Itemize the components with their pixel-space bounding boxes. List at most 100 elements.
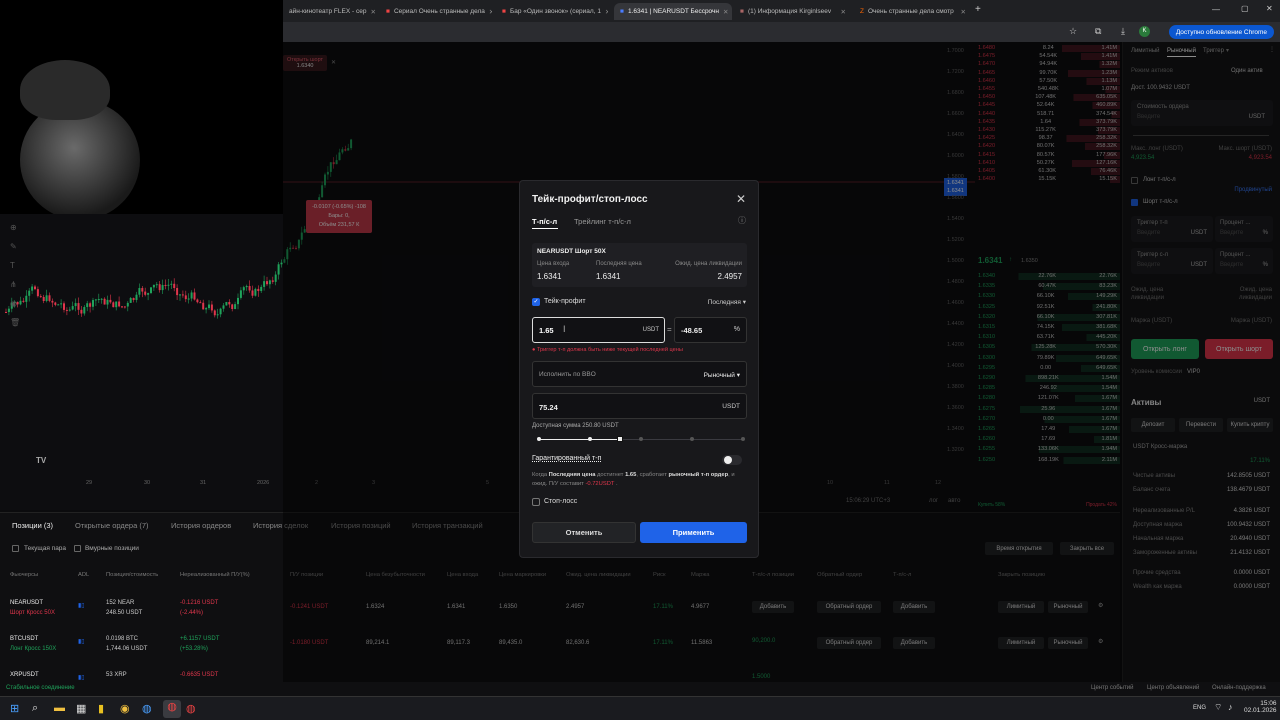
connection-status: Стабильное соединение — [6, 685, 75, 691]
chrome-active-icon[interactable]: ◍ — [163, 700, 181, 718]
candle — [94, 299, 97, 301]
modal-backdrop[interactable] — [283, 42, 1280, 682]
candle — [25, 295, 28, 302]
chrome-update-button[interactable]: Доступно обновление Chrome — [1168, 25, 1274, 39]
close-icon[interactable]: ✕ — [370, 8, 375, 16]
brush-icon[interactable]: ✎ — [10, 237, 20, 256]
info-icon[interactable]: ⓘ — [738, 215, 746, 226]
tp-price-input[interactable]: 1.65 I USDT — [532, 317, 665, 343]
wifi-icon[interactable]: ⌔ — [1214, 702, 1222, 713]
candle — [31, 286, 34, 291]
browser-tab[interactable]: айн-кинотеатр FLEX - сер ✕ — [283, 3, 378, 20]
bookmark-star-icon[interactable]: ☆ — [1069, 26, 1077, 37]
tab-open-orders[interactable]: Открытые ордера (7) — [75, 521, 149, 530]
position-symbol[interactable]: XRPUSDT — [10, 672, 39, 678]
new-tab-button[interactable]: + — [975, 4, 981, 15]
tab-trailing[interactable]: Трейлинг т-п/с-л — [574, 217, 631, 226]
candle — [138, 288, 141, 295]
position-symbol[interactable]: BTCUSDT — [10, 636, 38, 642]
tab-order-history[interactable]: История ордеров — [171, 521, 231, 530]
amount-slider[interactable] — [537, 436, 745, 442]
minimize-icon[interactable]: — — [1212, 5, 1220, 14]
close-icon[interactable]: ✕ — [841, 8, 846, 16]
chevron-down-icon: ▾ — [736, 372, 740, 379]
quantity-unit: USDT — [722, 403, 740, 410]
browser-tab[interactable]: ■ Сериал Очень странные дела ✕ — [380, 3, 492, 20]
hint-pnl: -0.72USDT — [585, 481, 615, 487]
eye-icon[interactable]: ◉ — [10, 294, 20, 313]
extensions-icon[interactable]: ⧉ — [1095, 26, 1101, 37]
text-icon[interactable]: T — [10, 256, 20, 275]
explorer-icon[interactable]: ▦ — [76, 702, 86, 715]
apply-button[interactable]: Применить — [640, 522, 747, 543]
filter-checkbox[interactable] — [74, 545, 81, 552]
close-icon[interactable]: ✕ — [723, 8, 728, 16]
quantity-input[interactable]: 75.24 USDT — [532, 393, 747, 419]
support-link[interactable]: Онлайн-поддержка — [1212, 685, 1266, 691]
tp-price-value: 1.65 — [539, 326, 554, 335]
events-link[interactable]: Центр событий — [1091, 685, 1133, 691]
pattern-icon[interactable]: ⋔ — [10, 275, 20, 294]
guaranteed-tp-toggle[interactable] — [722, 455, 742, 465]
candle — [34, 286, 36, 290]
ads-link[interactable]: Центр объявлений — [1147, 685, 1199, 691]
volume-icon[interactable]: ♪ — [1228, 702, 1233, 712]
candle — [158, 284, 161, 291]
candle — [155, 284, 158, 286]
execution-type-select[interactable]: Исполнить по BBO Рыночный ▾ — [532, 361, 747, 387]
sl-checkbox[interactable] — [532, 498, 540, 506]
app-icon[interactable]: ◍ — [186, 702, 196, 715]
candle — [141, 288, 144, 292]
candle — [51, 300, 54, 303]
close-icon[interactable]: ✕ — [489, 8, 492, 16]
clock[interactable]: 15:06 02.01.2026 — [1244, 700, 1277, 714]
slider-fill — [538, 439, 620, 440]
chart-drawing-toolbar[interactable]: ⊕ ✎ T ⋔ ◉ 🗑 — [10, 218, 20, 332]
trash-icon[interactable]: 🗑 — [10, 313, 20, 332]
candle — [216, 314, 219, 316]
browser-tab[interactable]: Z Очень странные дела смотр ✕ — [854, 3, 972, 20]
candle — [202, 302, 205, 310]
chrome-icon[interactable]: ◍ — [142, 702, 152, 715]
app-icon[interactable]: ▮ — [98, 702, 104, 715]
browser-tab-active[interactable]: ■ 1.6341 | NEARUSDT Бессрочн ✕ — [614, 3, 732, 20]
crosshair-icon[interactable]: ⊕ — [10, 218, 20, 237]
close-icon[interactable]: ✕ — [736, 192, 746, 206]
current-pair-checkbox[interactable] — [12, 545, 19, 552]
candle — [83, 307, 86, 314]
clock-time: 15:06 — [1260, 700, 1277, 707]
tp-checkbox[interactable]: ✓ — [532, 298, 540, 306]
position-symbol[interactable]: NEARUSDT — [10, 600, 43, 606]
profile-avatar[interactable]: K — [1139, 26, 1150, 37]
candle — [248, 286, 251, 291]
window-close-icon[interactable]: ✕ — [1266, 4, 1273, 13]
tab-title: айн-кинотеатр FLEX - сер — [289, 8, 367, 15]
candle — [123, 306, 126, 308]
slider-handle[interactable] — [617, 436, 623, 442]
toggle-knob — [724, 456, 732, 464]
tab-tpsl[interactable]: Т-п/с-л — [532, 217, 557, 226]
close-icon[interactable]: ✕ — [605, 8, 608, 16]
app-icon[interactable]: ◉ — [120, 702, 130, 715]
maximize-icon[interactable]: ▢ — [1241, 4, 1249, 13]
tab-positions[interactable]: Позиции (3) — [12, 521, 53, 530]
browser-tab[interactable]: ■ Бар «Один звонок» (сериал, 1 ✕ — [496, 3, 608, 20]
candle — [268, 280, 271, 285]
tp-percent-input[interactable]: -48.65 % — [674, 317, 747, 343]
cancel-button[interactable]: Отменить — [532, 522, 636, 543]
browser-tab[interactable]: ■ (1) Информация Kirginlseev ✕ — [734, 3, 852, 20]
candle — [170, 283, 173, 285]
tp-label: Тейк-профит — [544, 298, 586, 305]
candle — [112, 302, 115, 308]
windows-start-icon[interactable]: ⊞ — [10, 702, 19, 715]
language-indicator[interactable]: ENG — [1193, 705, 1206, 711]
sl-label: Стоп-лосс — [544, 498, 578, 505]
search-icon[interactable]: ⌕ — [32, 702, 38, 715]
close-icon[interactable]: ✕ — [961, 8, 966, 16]
address-bar[interactable]: ☆ ⧉ ⤓ K Доступно обновление Chrome — [283, 22, 1280, 42]
folder-icon[interactable]: ▬ — [54, 702, 65, 714]
price-type-select[interactable]: Последняя ▾ — [708, 298, 746, 306]
candle — [263, 281, 266, 287]
column-header: ADL — [78, 572, 90, 578]
download-icon[interactable]: ⤓ — [1121, 26, 1125, 37]
